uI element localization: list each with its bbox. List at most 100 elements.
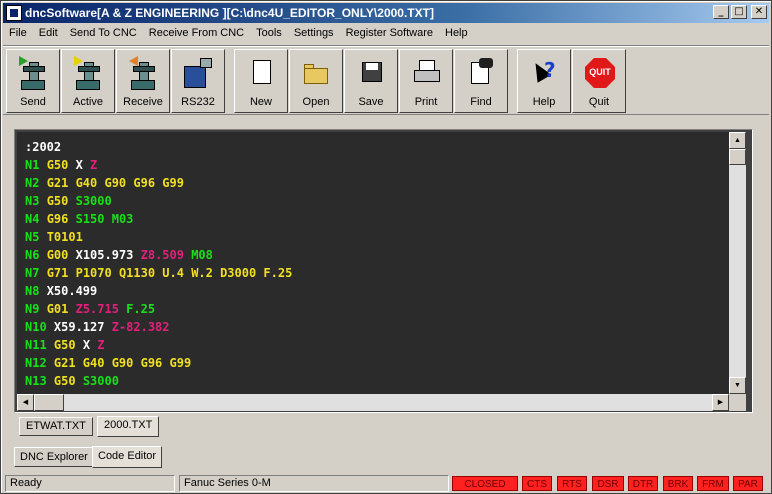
code-token: N9 [25,302,47,316]
menu-bar: File Edit Send To CNC Receive From CNC T… [3,23,769,43]
flag-dsr: DSR [592,476,624,491]
code-line[interactable]: N4 G96 S150 M03 [25,210,133,228]
menu-help[interactable]: Help [439,27,474,39]
open-button[interactable]: Open [289,49,343,113]
code-token: N13 [25,374,54,388]
code-line[interactable]: N5 T0101 [25,228,83,246]
menu-register-software[interactable]: Register Software [340,27,439,39]
code-line[interactable]: N2 G21 G40 G90 G96 G99 [25,174,184,192]
code-line[interactable]: N13 G50 S3000 [25,372,119,390]
flag-dtr: DTR [628,476,658,491]
save-button[interactable]: Save [344,49,398,113]
code-token: G50 [53,338,83,352]
code-line[interactable]: N7 G71 P1070 Q1130 U.4 W.2 D3000 F.25 [25,264,292,282]
status-bar: Ready Fanuc Series 0-M CLOSED CTS RTS DS… [3,473,769,493]
menu-settings[interactable]: Settings [288,27,340,39]
code-token: N6 [25,248,47,262]
toolbar: Send Active Receive RS232 New Open Save … [3,45,769,115]
flag-cts: CTS [522,476,552,491]
code-line[interactable]: N12 G21 G40 G90 G96 G99 [25,354,191,372]
code-line[interactable]: :2002 [25,138,61,156]
code-line[interactable]: N8 X50.499 [25,282,97,300]
code-line[interactable]: N9 G01 Z5.715 F.25 [25,300,155,318]
flag-rts: RTS [557,476,587,491]
code-token: N12 [25,356,54,370]
code-token: X [75,158,91,172]
menu-file[interactable]: File [3,27,33,39]
find-button[interactable]: Find [454,49,508,113]
vertical-scroll-thumb[interactable] [729,149,746,165]
status-state: Ready [5,475,175,492]
receive-icon [127,56,159,92]
code-token: N5 [25,230,47,244]
vertical-scrollbar[interactable]: ▲ ▼ [729,132,746,394]
code-token: G00 [46,248,76,262]
quit-label: Quit [588,96,610,108]
active-button[interactable]: Active [61,49,115,113]
scroll-down-arrow-icon[interactable]: ▼ [729,377,746,394]
code-token: G71 [46,266,76,280]
tab-dnc-explorer[interactable]: DNC Explorer [14,447,94,467]
app-window: dncSoftware[A & Z ENGINEERING ][C:\dnc4U… [0,0,772,494]
menu-tools[interactable]: Tools [250,27,288,39]
status-machine: Fanuc Series 0-M [179,475,449,492]
window-title: dncSoftware[A & Z ENGINEERING ][C:\dnc4U… [25,6,434,20]
code-token: F.25 [126,302,156,316]
code-token: X105.973 [75,248,141,262]
minimize-button[interactable]: _ [713,5,729,19]
rs232-settings-icon [182,56,214,92]
menu-send-to-cnc[interactable]: Send To CNC [64,27,143,39]
menu-receive-from-cnc[interactable]: Receive From CNC [143,27,250,39]
quit-button[interactable]: QUIT Quit [572,49,626,113]
code-token: G50 [53,374,83,388]
close-button[interactable]: ✕ [751,5,767,19]
file-tab-etwat[interactable]: ETWAT.TXT [19,417,93,436]
new-file-icon [245,56,277,92]
horizontal-scrollbar[interactable]: ◀ ▶ [17,394,729,411]
tab-code-editor[interactable]: Code Editor [92,446,163,468]
window-controls: _ □ ✕ [713,5,767,19]
send-icon [17,56,49,92]
menu-edit[interactable]: Edit [33,27,64,39]
code-token: G50 [46,194,76,208]
file-tab-2000[interactable]: 2000.TXT [97,416,160,437]
rs232-label: RS232 [181,96,215,108]
print-label: Print [414,96,438,108]
code-line[interactable]: N3 G50 S3000 [25,192,112,210]
help-button[interactable]: ? Help [517,49,571,113]
code-token: S3000 [82,374,119,388]
flag-frm: FRM [697,476,729,491]
code-token: N4 [25,212,47,226]
scroll-left-arrow-icon[interactable]: ◀ [17,394,34,411]
print-button[interactable]: Print [399,49,453,113]
new-button[interactable]: New [234,49,288,113]
scroll-right-arrow-icon[interactable]: ▶ [712,394,729,411]
code-token: G21 G40 G90 G96 G99 [46,176,184,190]
help-pointer-icon: ? [528,56,560,92]
code-line[interactable]: N6 G00 X105.973 Z8.509 M08 [25,246,213,264]
scroll-up-arrow-icon[interactable]: ▲ [729,132,746,149]
code-line[interactable]: N11 G50 X Z [25,336,105,354]
port-status-badge: CLOSED [452,476,518,491]
new-label: New [249,96,272,108]
code-token: N2 [25,176,47,190]
code-token: X50.499 [46,284,98,298]
flag-par: PAR [733,476,763,491]
stop-sign-icon: QUIT [583,56,615,92]
code-line[interactable]: N1 G50 X Z [25,156,97,174]
send-button[interactable]: Send [6,49,60,113]
horizontal-scroll-thumb[interactable] [34,394,64,411]
code-token: P1070 Q1130 U.4 W.2 D3000 F.25 [75,266,293,280]
code-token: N11 [25,338,54,352]
code-token: N7 [25,266,47,280]
code-token: X59.127 [53,320,112,334]
save-label: Save [358,96,384,108]
maximize-button[interactable]: □ [731,5,747,19]
code-editor[interactable]: :2002 N1 G50 X Z N2 G21 G40 G90 G96 G99 N3 … [17,132,729,396]
title-bar[interactable]: dncSoftware[A & Z ENGINEERING ][C:\dnc4U… [3,3,769,23]
rs232-button[interactable]: RS232 [171,49,225,113]
code-line[interactable]: N10 X59.127 Z-82.382 [25,318,170,336]
active-icon [72,56,104,92]
receive-button[interactable]: Receive [116,49,170,113]
code-token: S3000 [75,194,112,208]
